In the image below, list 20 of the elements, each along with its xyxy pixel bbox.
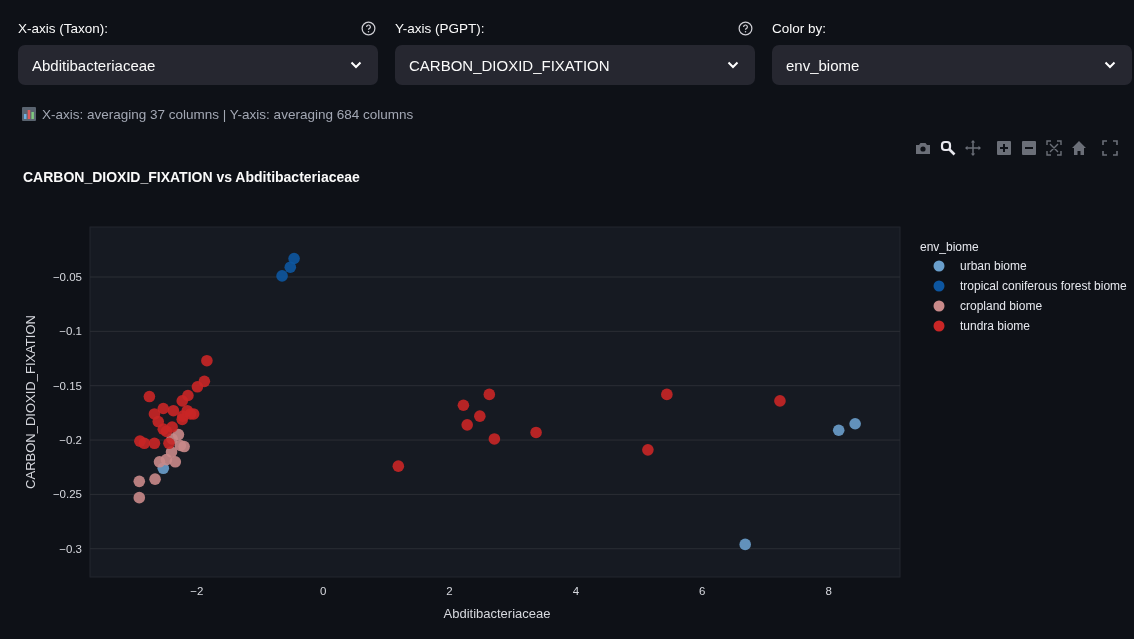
field-label: Y-axis (PGPT): — [395, 20, 485, 36]
field-label: Color by: — [772, 20, 827, 36]
legend-title: env_biome — [920, 240, 979, 254]
x-tick-label: −2 — [190, 585, 204, 597]
chart-title: CARBON_DIOXID_FIXATION vs Abditibacteriaceae — [23, 169, 360, 185]
caption-text: X-axis: averaging 37 columns | Y-axis: averaging 684 columns — [42, 106, 414, 122]
y-tick-label: −0.05 — [52, 271, 82, 283]
y-tick-label: −0.3 — [59, 542, 82, 555]
x-tick-label: 8 — [825, 585, 832, 597]
y-tick-label: −0.25 — [52, 488, 82, 501]
y-tick-label: −0.2 — [59, 434, 82, 447]
x-tick-label: 0 — [319, 585, 327, 597]
x-tick-label: 6 — [699, 585, 706, 597]
x-tick-label: 2 — [446, 585, 453, 597]
x-axis-title: Abditibacteriaceae — [443, 606, 551, 621]
x-tick-label: 4 — [572, 585, 580, 597]
y-tick-label: −0.15 — [52, 379, 82, 392]
y-tick-label: −0.1 — [59, 325, 82, 338]
y-axis-title: CARBON_DIOXID_FIXATION — [23, 315, 38, 489]
field-label: X-axis (Taxon): — [18, 20, 109, 36]
